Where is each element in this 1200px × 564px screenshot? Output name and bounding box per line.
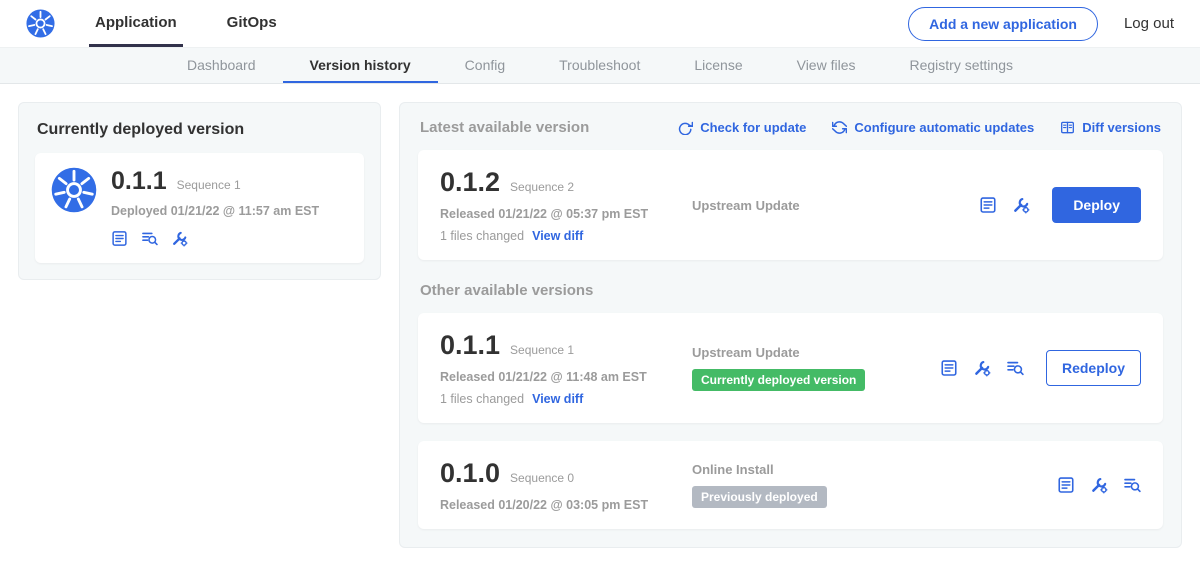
subnav-version-history[interactable]: Version history [283,48,438,83]
release-notes-icon[interactable] [940,359,958,377]
topbar: Application GitOps Add a new application… [0,0,1200,47]
diff-icon[interactable] [1006,359,1024,377]
released-date: Released 01/21/22 @ 11:48 am EST [440,370,692,384]
previously-deployed-badge: Previously deployed [692,486,827,508]
add-application-button[interactable]: Add a new application [908,7,1098,41]
version-actions: Redeploy [940,350,1141,386]
deployed-date: Deployed 01/21/22 @ 11:57 am EST [111,204,319,218]
currently-deployed-badge: Currently deployed version [692,369,865,391]
deployed-version-sequence: Sequence 1 [177,178,241,192]
currently-deployed-panel: Currently deployed version 0.1.1 Sequenc… [18,102,381,280]
subnav-license[interactable]: License [667,48,769,83]
subnav-troubleshoot[interactable]: Troubleshoot [532,48,667,83]
version-source: Upstream Update Currently deployed versi… [692,345,940,391]
version-source-label: Online Install [692,462,940,477]
version-actions: Deploy [979,187,1141,223]
tab-gitops[interactable]: GitOps [221,0,283,47]
version-info: 0.1.1 Sequence 1 Released 01/21/22 @ 11:… [440,330,692,406]
version-actions [1057,476,1141,494]
subnav-config[interactable]: Config [438,48,532,83]
version-info: 0.1.0 Sequence 0 Released 01/20/22 @ 03:… [440,458,692,512]
version-source-label: Upstream Update [692,198,940,213]
latest-version-heading: Latest available version [420,119,589,136]
diff-icon[interactable] [141,230,158,247]
version-sequence: Sequence 0 [510,471,574,485]
check-for-update-label: Check for update [700,120,806,135]
files-changed-label: 1 files changed [440,392,524,406]
versions-header: Latest available version Check for updat… [420,119,1161,136]
subnav-registry-settings[interactable]: Registry settings [883,48,1040,83]
diff-versions-label: Diff versions [1082,120,1161,135]
version-source: Upstream Update [692,198,940,213]
configure-automatic-updates-button[interactable]: Configure automatic updates [832,120,1034,135]
released-date: Released 01/21/22 @ 05:37 pm EST [440,207,692,221]
sync-icon [832,120,847,135]
released-date: Released 01/20/22 @ 03:05 pm EST [440,498,692,512]
tab-gitops-label: GitOps [227,14,277,31]
version-row-0-1-0: 0.1.0 Sequence 0 Released 01/20/22 @ 03:… [418,441,1163,529]
config-icon[interactable] [973,359,991,377]
files-changed-label: 1 files changed [440,229,524,243]
config-icon[interactable] [1012,196,1030,214]
version-number: 0.1.2 [440,167,500,198]
app-tabs: Application GitOps [89,0,321,47]
deployed-version-card: 0.1.1 Sequence 1 Deployed 01/21/22 @ 11:… [35,153,364,263]
kubernetes-logo-icon [26,9,55,38]
other-versions-heading: Other available versions [420,282,1161,299]
diff-icon[interactable] [1123,476,1141,494]
config-icon[interactable] [1090,476,1108,494]
tab-application-label: Application [95,14,177,31]
deployed-version-number: 0.1.1 [111,167,167,196]
version-source-label: Upstream Update [692,345,940,360]
release-notes-icon[interactable] [111,230,128,247]
refresh-icon [678,120,693,135]
release-notes-icon[interactable] [1057,476,1075,494]
version-row-0-1-2: 0.1.2 Sequence 2 Released 01/21/22 @ 05:… [418,150,1163,260]
view-diff-link[interactable]: View diff [532,229,583,243]
view-diff-link[interactable]: View diff [532,392,583,406]
app-logo-icon [51,167,97,247]
subnav-view-files[interactable]: View files [770,48,883,83]
diff-versions-button[interactable]: Diff versions [1060,120,1161,135]
version-row-0-1-1: 0.1.1 Sequence 1 Released 01/21/22 @ 11:… [418,313,1163,423]
columns-icon [1060,120,1075,135]
config-icon[interactable] [171,230,188,247]
version-sequence: Sequence 2 [510,180,574,194]
release-notes-icon[interactable] [979,196,997,214]
deployed-version-info: 0.1.1 Sequence 1 Deployed 01/21/22 @ 11:… [111,167,319,247]
version-history-panel: Latest available version Check for updat… [399,102,1182,548]
versions-header-actions: Check for update Configure automatic upd… [678,120,1161,135]
version-number: 0.1.0 [440,458,500,489]
version-info: 0.1.2 Sequence 2 Released 01/21/22 @ 05:… [440,167,692,243]
deployed-version-actions [111,230,319,247]
version-number: 0.1.1 [440,330,500,361]
main-content: Currently deployed version 0.1.1 Sequenc… [0,84,1200,564]
subnav-dashboard[interactable]: Dashboard [160,48,283,83]
tab-application[interactable]: Application [89,0,183,47]
app-subnav: Dashboard Version history Config Trouble… [0,47,1200,84]
check-for-update-button[interactable]: Check for update [678,120,806,135]
version-source: Online Install Previously deployed [692,462,940,508]
logout-button[interactable]: Log out [1124,15,1174,32]
configure-automatic-updates-label: Configure automatic updates [854,120,1034,135]
version-sequence: Sequence 1 [510,343,574,357]
deployed-panel-title: Currently deployed version [37,121,364,139]
deploy-button[interactable]: Deploy [1052,187,1141,223]
redeploy-button[interactable]: Redeploy [1046,350,1141,386]
